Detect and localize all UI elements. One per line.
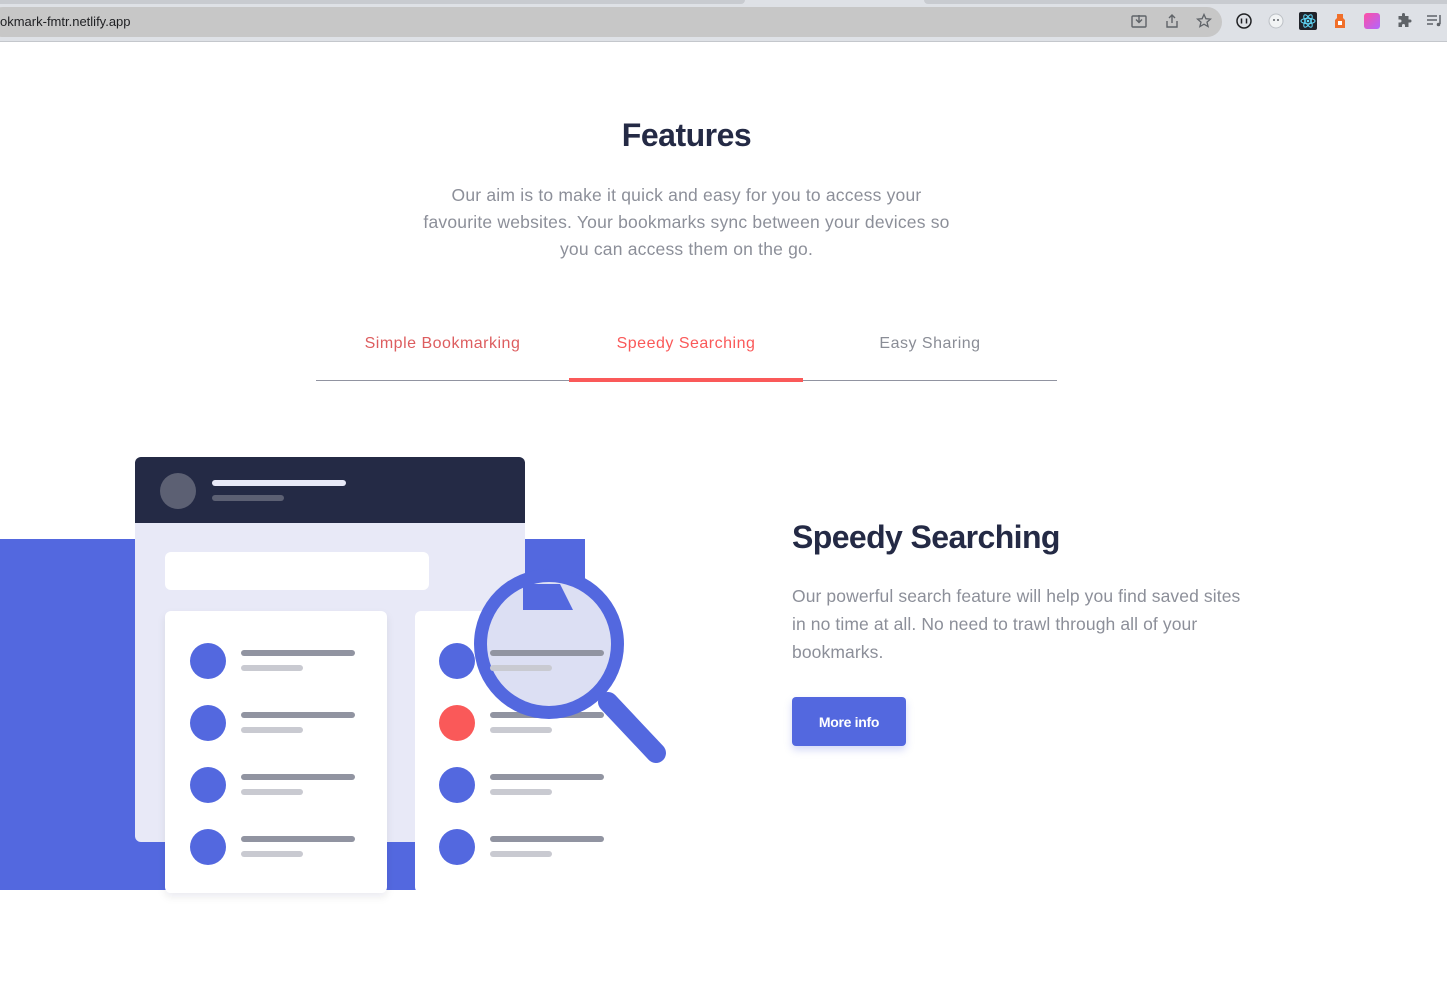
bookmark-star-icon[interactable] xyxy=(1195,12,1213,30)
react-devtools-icon[interactable] xyxy=(1299,12,1317,30)
active-tab-indicator xyxy=(569,378,803,382)
browser-toolbar: okmark-fmtr.netlify.app xyxy=(0,0,1447,42)
media-playlist-icon[interactable] xyxy=(1426,12,1444,30)
features-heading: Features xyxy=(621,117,752,153)
tab-simple-bookmarking[interactable]: Simple Bookmarking xyxy=(316,305,569,382)
tab-easy-sharing[interactable]: Easy Sharing xyxy=(803,305,1057,382)
extensions-puzzle-icon[interactable] xyxy=(1395,12,1413,30)
extension-3-icon[interactable] xyxy=(1331,12,1349,30)
share-icon[interactable] xyxy=(1163,12,1181,30)
speedy-searching-illustration xyxy=(135,457,666,893)
extension-1-icon[interactable] xyxy=(1235,12,1253,30)
bookmark-list-card xyxy=(165,611,387,893)
browser-tab[interactable] xyxy=(0,0,745,4)
panel-description: Our powerful search feature will help yo… xyxy=(792,586,1241,662)
tab-speedy-searching[interactable]: Speedy Searching xyxy=(569,305,803,382)
panel-title: Speedy Searching xyxy=(792,519,1060,555)
extension-2-icon[interactable] xyxy=(1267,12,1285,30)
feature-tabs: Simple Bookmarking Speedy Searching Easy… xyxy=(316,305,1057,382)
toolbar-divider xyxy=(0,41,1447,42)
address-bar[interactable] xyxy=(0,7,1222,37)
extension-4-icon[interactable] xyxy=(1363,12,1381,30)
more-info-button[interactable]: More info xyxy=(792,697,906,746)
address-bar-url[interactable]: okmark-fmtr.netlify.app xyxy=(0,14,131,29)
features-description: Our aim is to make it quick and easy for… xyxy=(423,185,950,259)
install-icon[interactable] xyxy=(1130,12,1148,30)
browser-tab[interactable] xyxy=(924,0,1447,4)
